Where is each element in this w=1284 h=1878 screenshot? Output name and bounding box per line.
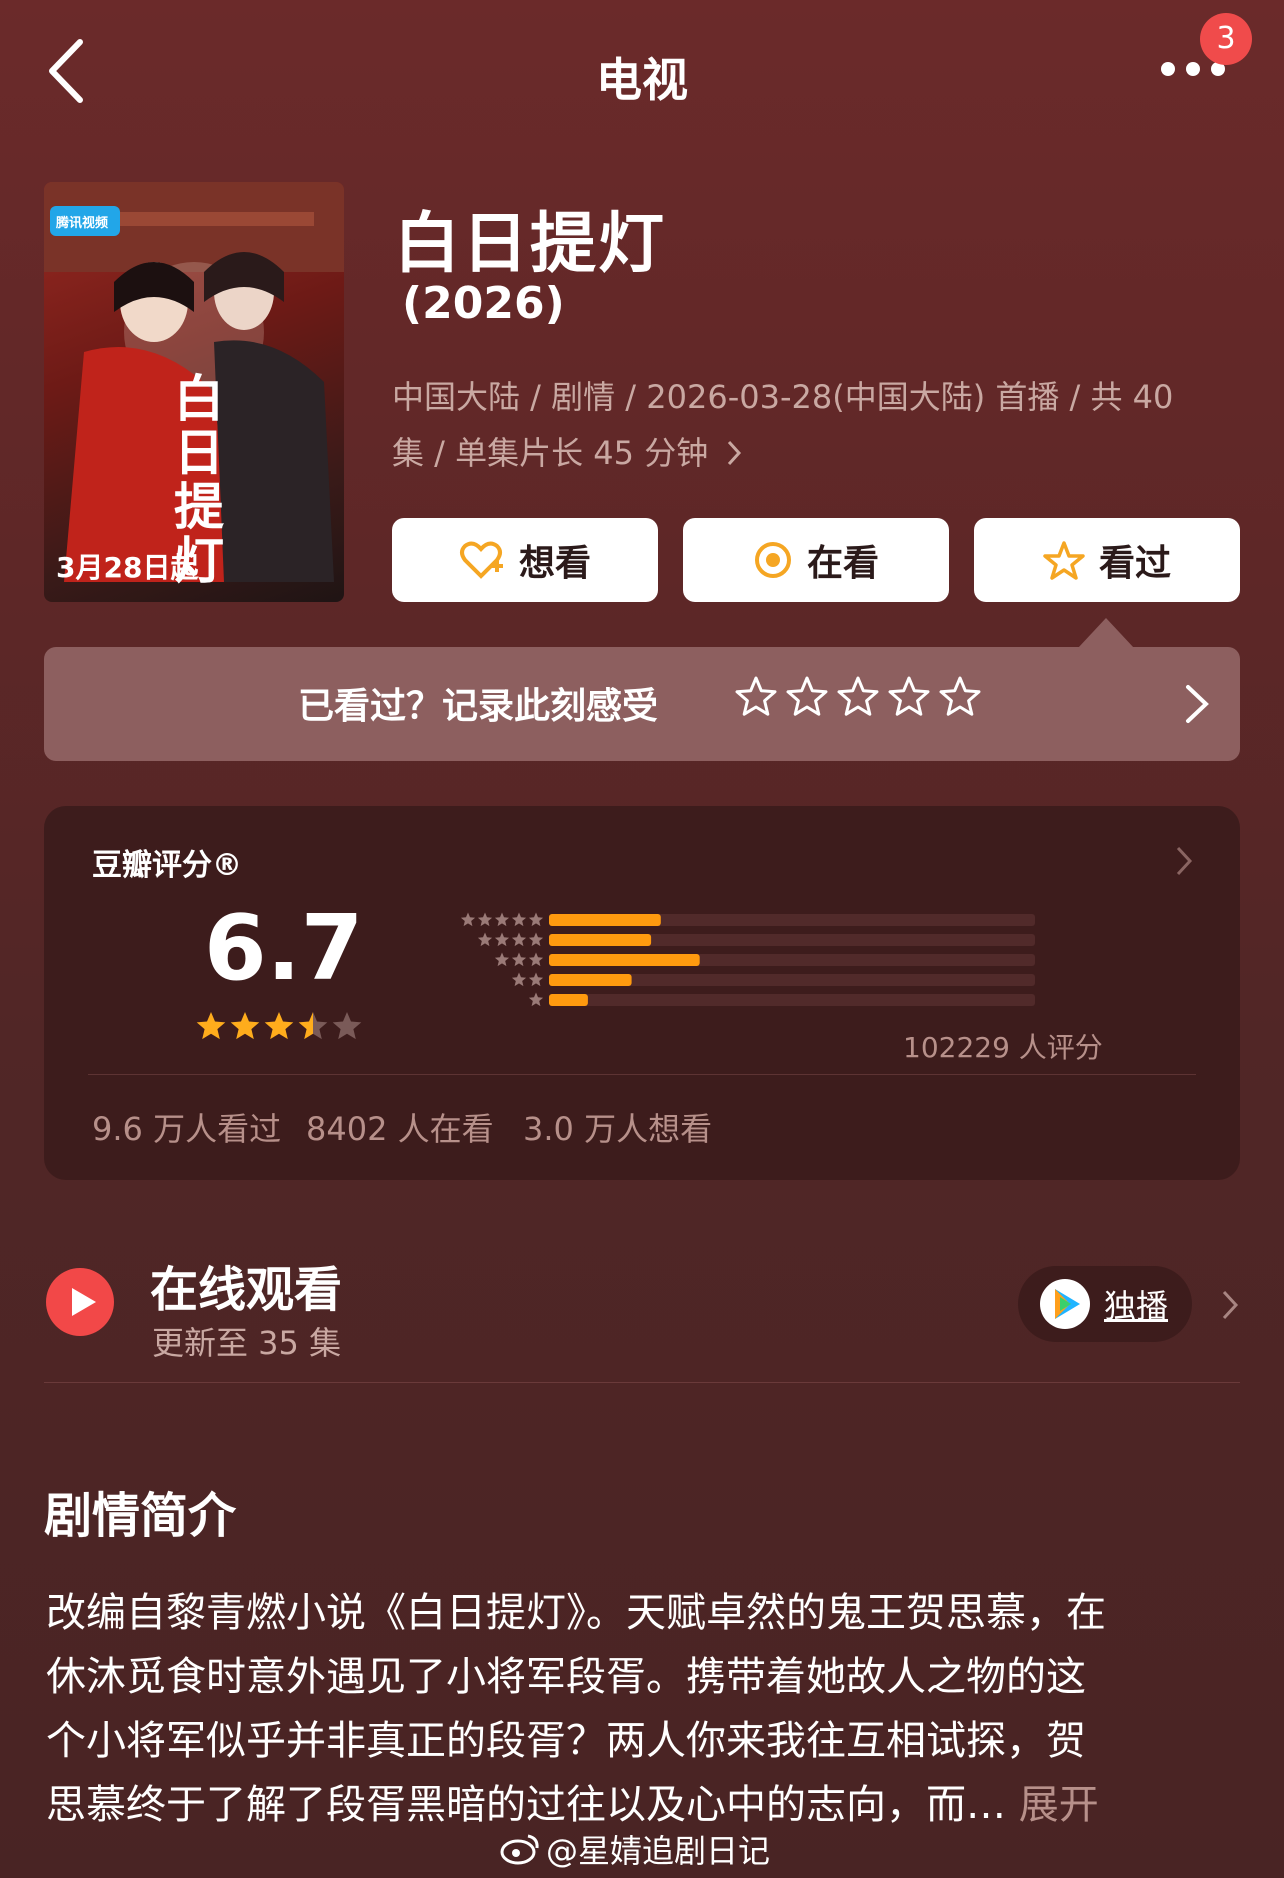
distribution-bar xyxy=(549,954,700,966)
play-button[interactable] xyxy=(46,1268,114,1336)
weibo-icon xyxy=(500,1834,539,1865)
notification-badge: 3 xyxy=(1200,13,1252,65)
watched-label: 看过 xyxy=(1098,543,1171,584)
platform-badge: 腾讯视频 xyxy=(56,216,109,231)
score-star-icon xyxy=(196,1012,226,1040)
distribution-star-icon xyxy=(511,952,527,967)
rating-card[interactable]: 豆瓣评分® 6.7 102229 人评分 9.6 万人看过 8402 人在看 3… xyxy=(44,806,1240,1180)
star-outline-icon[interactable] xyxy=(939,676,981,716)
star-outline-icon[interactable] xyxy=(888,676,930,716)
synopsis-line: 改编自黎青燃小说《白日提灯》。天赋卓然的鬼王贺思慕，在 xyxy=(46,1590,1106,1636)
exclusive-platform-button[interactable]: 独播 xyxy=(1018,1266,1192,1342)
show-meta-line2-text: 集 / 单集片长 45 分钟 xyxy=(392,434,709,472)
synopsis-heading: 剧情简介 xyxy=(44,1488,237,1544)
distribution-bar xyxy=(549,934,652,946)
distribution-bar xyxy=(549,914,661,926)
want-button[interactable]: 想看 xyxy=(392,518,658,602)
score-star-icon xyxy=(298,1012,328,1040)
distribution-star-icon xyxy=(494,932,510,947)
show-meta-line2[interactable]: 集 / 单集片长 45 分钟 xyxy=(392,428,744,474)
distribution-bar xyxy=(549,994,588,1006)
distribution-star-icon xyxy=(528,952,544,967)
watched-button[interactable]: 看过 xyxy=(974,518,1240,602)
distribution-star-icon xyxy=(511,972,527,987)
distribution-bar xyxy=(549,974,632,986)
distribution-star-icon xyxy=(477,932,493,947)
record-feeling-bar[interactable]: 已看过？记录此刻感受 xyxy=(44,647,1240,761)
distribution-star-icon xyxy=(528,912,544,927)
star-outline-icon[interactable] xyxy=(735,676,777,716)
synopsis-line: 思慕终于了解了段胥黑暗的过往以及心中的志向，而… xyxy=(46,1782,1006,1828)
page-title: 电视 xyxy=(596,53,688,107)
distribution-star-icon xyxy=(511,932,527,947)
chevron-right-icon xyxy=(728,440,742,466)
star-outline-icon[interactable] xyxy=(837,676,879,716)
star-outline-icon[interactable] xyxy=(786,676,828,716)
synopsis-line-last: 思慕终于了解了段胥黑暗的过往以及心中的志向，而… 展开 xyxy=(46,1772,1099,1830)
distribution-star-icon xyxy=(477,912,493,927)
distribution-track xyxy=(549,994,1035,1006)
want-label: 想看 xyxy=(518,543,591,584)
record-prompt: 已看过？记录此刻感受 xyxy=(298,686,659,727)
show-title: 白日提灯 xyxy=(394,205,666,282)
distribution-star-icon xyxy=(528,972,544,987)
synopsis-line: 个小将军似乎并非真正的段胥？两人你来我往互相试探，贺 xyxy=(46,1718,1086,1764)
stat-watched: 9.6 万人看过 xyxy=(92,1110,282,1148)
score-stars xyxy=(196,1012,362,1040)
watermark: @星婧追剧日记 xyxy=(500,1826,770,1872)
rating-stars-input[interactable] xyxy=(734,673,994,723)
distribution-star-icon xyxy=(494,912,510,927)
rating-distribution xyxy=(460,912,1035,1007)
distribution-star-icon xyxy=(511,912,527,927)
distribution-star-icon xyxy=(460,912,476,927)
poster-release: 3月28日起 xyxy=(56,551,199,584)
chevron-right-icon xyxy=(1176,846,1193,876)
tencent-video-icon xyxy=(1040,1279,1090,1329)
target-icon xyxy=(754,542,791,578)
rating-label: 豆瓣评分® xyxy=(92,848,242,883)
score-star-icon xyxy=(264,1012,294,1040)
divider xyxy=(44,1382,1240,1383)
star-outline-icon xyxy=(1043,541,1085,580)
score-star-icon xyxy=(332,1012,362,1040)
rating-count: 102229 人评分 xyxy=(903,1031,1103,1064)
stat-want: 3.0 万人想看 xyxy=(523,1110,713,1148)
play-icon xyxy=(72,1288,96,1316)
watch-subtitle: 更新至 35 集 xyxy=(152,1324,342,1362)
synopsis-line: 休沐觅食时意外遇见了小将军段胥。携带着她故人之物的这 xyxy=(46,1654,1086,1700)
poster-image[interactable]: 腾讯视频 白日提灯 3月28日起 xyxy=(44,182,344,602)
distribution-star-icon xyxy=(528,932,544,947)
show-year: (2026) xyxy=(402,278,565,329)
watch-title: 在线观看 xyxy=(150,1262,343,1318)
rating-score: 6.7 xyxy=(204,896,364,1001)
distribution-star-icon xyxy=(494,952,510,967)
expand-link[interactable]: 展开 xyxy=(1019,1782,1099,1828)
watching-label: 在看 xyxy=(806,543,879,584)
watermark-text: @星婧追剧日记 xyxy=(546,1832,771,1870)
heart-plus-icon xyxy=(459,541,503,579)
divider xyxy=(88,1074,1196,1075)
chevron-right-icon xyxy=(1186,685,1209,723)
show-meta-line1: 中国大陆 / 剧情 / 2026-03-28(中国大陆) 首播 / 共 40 xyxy=(392,378,1174,416)
exclusive-label: 独播 xyxy=(1104,1287,1169,1325)
score-star-icon xyxy=(230,1012,260,1040)
pointer-notch xyxy=(1078,618,1134,648)
stat-watching: 8402 人在看 xyxy=(306,1110,494,1148)
chevron-right-icon[interactable] xyxy=(1220,1288,1240,1322)
distribution-star-icon xyxy=(528,992,544,1007)
watching-button[interactable]: 在看 xyxy=(683,518,949,602)
